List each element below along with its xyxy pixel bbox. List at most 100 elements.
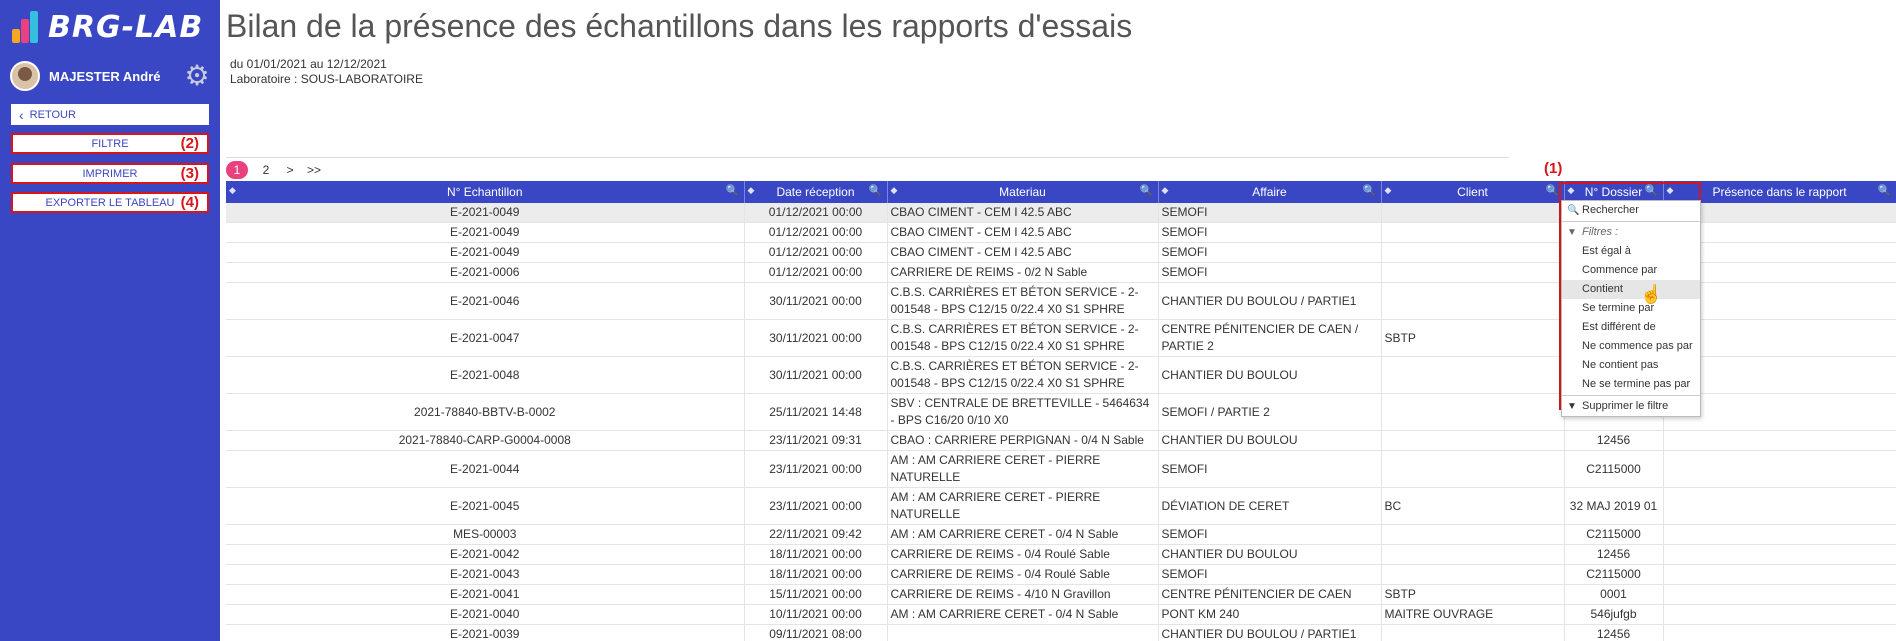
- table-row[interactable]: E-2021-0041 15/11/2021 00:00 CARRIERE DE R…: [226, 584, 1896, 605]
- supprimer-filtre-item[interactable]: ▼ Supprimer le filtre: [1562, 397, 1700, 416]
- sort-icon[interactable]: ◆: [229, 185, 236, 196]
- col-materiau-header[interactable]: ◆ Materiau 🔍: [887, 181, 1159, 203]
- col-affaire-cell: SEMOFI: [1158, 450, 1382, 488]
- col-affaire-cell: SEMOFI / PARTIE 2: [1158, 393, 1382, 431]
- col-affaire-header[interactable]: ◆ Affaire 🔍: [1158, 181, 1382, 203]
- col-dossier-cell: 12456: [1564, 544, 1664, 565]
- search-icon[interactable]: 🔍: [1878, 184, 1892, 197]
- brg-lab-logo[interactable]: BRG-LAB: [10, 8, 203, 46]
- filtres-label: Filtres :: [1582, 226, 1619, 238]
- search-icon: 🔍: [1567, 205, 1580, 216]
- col-echantillon-cell: E-2021-0049: [226, 203, 745, 223]
- table-row[interactable]: E-2021-0042 18/11/2021 00:00 CARRIERE DE R…: [226, 544, 1896, 565]
- table-row[interactable]: MES-00003 22/11/2021 09:42 AM : AM CARRIER…: [226, 524, 1896, 545]
- col-presence-cell: [1663, 450, 1896, 488]
- logo-mark-icon: [10, 9, 44, 45]
- filter-icon: ▼: [1567, 401, 1577, 412]
- last-page-button[interactable]: >>: [302, 163, 326, 177]
- annotation-4: (4): [180, 194, 199, 211]
- filter-option[interactable]: Se termine par: [1562, 299, 1700, 318]
- col-client-cell: [1381, 222, 1565, 243]
- chevron-left-icon: ‹: [19, 106, 24, 123]
- col-date-reception-cell: 23/11/2021 09:31: [744, 430, 888, 451]
- exporter-button[interactable]: EXPORTER LE TABLEAU (4): [11, 192, 209, 213]
- page-2-button[interactable]: 2: [254, 163, 278, 177]
- search-icon[interactable]: 🔍: [1546, 184, 1560, 197]
- header-label: Affaire: [1252, 185, 1287, 199]
- col-affaire-cell: SEMOFI: [1158, 524, 1382, 545]
- col-client-cell: [1381, 203, 1565, 223]
- col-materiau-cell: C.B.S. CARRIÈRES ET BÉTON SERVICE - 2-00…: [887, 356, 1159, 394]
- filter-option[interactable]: Commence par: [1562, 261, 1700, 280]
- page-1-button[interactable]: 1: [226, 161, 248, 179]
- col-date-reception-cell: 01/12/2021 00:00: [744, 242, 888, 263]
- col-materiau-cell: CBAO CIMENT - CEM I 42.5 ABC: [887, 222, 1159, 243]
- col-client-header[interactable]: ◆ Client 🔍: [1381, 181, 1565, 203]
- imprimer-button[interactable]: IMPRIMER (3): [11, 163, 209, 184]
- col-materiau-cell: C.B.S. CARRIÈRES ET BÉTON SERVICE - 2-00…: [887, 319, 1159, 357]
- filter-option[interactable]: Est différent de: [1562, 318, 1700, 337]
- col-presence-cell: [1663, 604, 1896, 625]
- table-row[interactable]: E-2021-0040 10/11/2021 00:00 AM : AM CARRI…: [226, 604, 1896, 625]
- filter-option[interactable]: Ne contient pas: [1562, 356, 1700, 375]
- filter-option[interactable]: Ne se termine pas par: [1562, 375, 1700, 394]
- rechercher-item[interactable]: 🔍 Rechercher: [1562, 201, 1700, 220]
- col-affaire-cell: CENTRE PÉNITENCIER DE CAEN / PARTIE 2: [1158, 319, 1382, 357]
- col-client-cell: [1381, 524, 1565, 545]
- retour-button[interactable]: ‹ RETOUR: [11, 104, 209, 125]
- col-dossier-cell: 12456: [1564, 624, 1664, 641]
- menu-separator: [1562, 221, 1700, 222]
- col-date-reception-cell: 18/11/2021 00:00: [744, 544, 888, 565]
- col-materiau-cell: AM : AM CARRIERE CERET - 0/4 N Sable: [887, 604, 1159, 625]
- gear-icon[interactable]: ⚙: [184, 62, 210, 90]
- col-client-cell: BC: [1381, 487, 1565, 525]
- col-echantillon-cell: E-2021-0047: [226, 319, 745, 357]
- filter-option[interactable]: Contient: [1562, 280, 1700, 299]
- col-date-reception-cell: 25/11/2021 14:48: [744, 393, 888, 431]
- search-icon[interactable]: 🔍: [1140, 184, 1154, 197]
- col-date-reception-cell: 01/12/2021 00:00: [744, 222, 888, 243]
- supprimer-filtre-label: Supprimer le filtre: [1582, 400, 1669, 412]
- col-affaire-cell: CHANTIER DU BOULOU: [1158, 430, 1382, 451]
- col-client-cell: SBTP: [1381, 319, 1565, 357]
- col-client-cell: [1381, 450, 1565, 488]
- filtres-header: ▼ Filtres :: [1562, 223, 1700, 242]
- report-period: du 01/01/2021 au 12/12/2021 Laboratoire …: [230, 57, 423, 87]
- imprimer-label: IMPRIMER: [82, 167, 138, 180]
- search-icon[interactable]: 🔍: [869, 184, 883, 197]
- col-date-reception-cell: 30/11/2021 00:00: [744, 282, 888, 320]
- menu-separator: [1562, 395, 1700, 396]
- col-affaire-cell: CENTRE PÉNITENCIER DE CAEN: [1158, 584, 1382, 605]
- retour-label: RETOUR: [29, 108, 76, 121]
- sort-icon[interactable]: ◆: [1385, 185, 1392, 196]
- table-row[interactable]: E-2021-0044 23/11/2021 00:00 AM : AM CARRI…: [226, 450, 1896, 488]
- header-label: Client: [1457, 185, 1488, 199]
- filter-option[interactable]: Est égal à: [1562, 242, 1700, 261]
- table-row[interactable]: E-2021-0039 09/11/2021 08:00 CHANTIER DU B…: [226, 624, 1896, 641]
- col-presence-cell: [1663, 544, 1896, 565]
- search-icon[interactable]: 🔍: [726, 184, 740, 197]
- filter-option[interactable]: Ne commence pas par: [1562, 337, 1700, 356]
- avatar[interactable]: [10, 61, 40, 91]
- sort-icon[interactable]: ◆: [1162, 185, 1169, 196]
- table-row[interactable]: E-2021-0045 23/11/2021 00:00 AM : AM CARRI…: [226, 487, 1896, 525]
- col-presence-cell: [1663, 524, 1896, 545]
- col-materiau-cell: CBAO CIMENT - CEM I 42.5 ABC: [887, 203, 1159, 223]
- next-page-button[interactable]: >: [278, 163, 302, 177]
- col-presence-cell: [1663, 487, 1896, 525]
- col-client-cell: MAITRE OUVRAGE: [1381, 604, 1565, 625]
- filtre-label: FILTRE: [91, 137, 129, 150]
- col-echantillon-header[interactable]: ◆ N° Echantillon 🔍: [226, 181, 745, 203]
- sort-icon[interactable]: ◆: [891, 185, 898, 196]
- table-row[interactable]: 2021-78840-CARP-G0004-0008 23/11/2021 09:…: [226, 430, 1896, 451]
- col-affaire-cell: SEMOFI: [1158, 222, 1382, 243]
- sort-icon[interactable]: ◆: [748, 185, 755, 196]
- col-presence-cell: [1663, 584, 1896, 605]
- col-materiau-cell: AM : AM CARRIERE CERET - PIERRE NATURELL…: [887, 487, 1159, 525]
- col-date-reception-cell: 23/11/2021 00:00: [744, 487, 888, 525]
- search-icon[interactable]: 🔍: [1363, 184, 1377, 197]
- table-row[interactable]: E-2021-0043 18/11/2021 00:00 CARRIERE DE R…: [226, 564, 1896, 585]
- col-date-reception-header[interactable]: ◆ Date réception 🔍: [744, 181, 888, 203]
- pagination: 1 2 > >>: [226, 160, 326, 180]
- filtre-button[interactable]: FILTRE (2): [11, 133, 209, 154]
